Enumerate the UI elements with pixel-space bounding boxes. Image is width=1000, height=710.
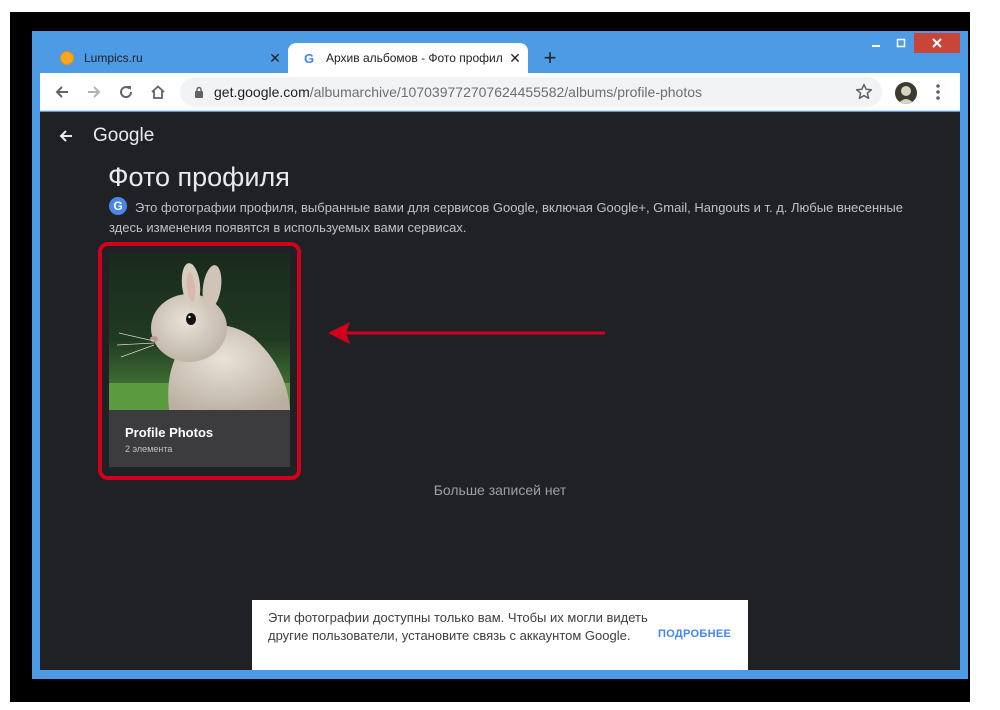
back-button[interactable]: [50, 80, 74, 104]
new-tab-button[interactable]: +: [538, 45, 562, 71]
reload-icon: [120, 86, 133, 99]
tab-title: Архив альбомов - Фото профиля: [326, 51, 502, 65]
page-description: Это фотографии профиля, выбранные вами д…: [109, 200, 903, 235]
snackbar-message: Эти фотографии доступны только вам. Чтоб…: [268, 610, 648, 643]
red-arrow-annotation: [328, 322, 605, 344]
url-host: get.google.com: [214, 84, 310, 100]
maximize-icon: [896, 38, 906, 48]
learn-more-link[interactable]: ПОДРОБНЕЕ: [658, 628, 731, 640]
lock-icon: [195, 86, 203, 98]
tab-lumpics[interactable]: Lumpics.ru ✕: [40, 43, 288, 73]
tab-title: Lumpics.ru: [84, 51, 143, 65]
address-bar[interactable]: get.google.com/albumarchive/107039772707…: [180, 77, 882, 107]
chrome-menu-button[interactable]: [928, 80, 948, 104]
album-card-profile-photos[interactable]: Profile Photos 2 элемента: [109, 253, 290, 467]
tab-album-archive[interactable]: G Архив альбомов - Фото профиля ✕: [288, 43, 528, 73]
album-thumbnail-image: [109, 253, 290, 410]
reload-button[interactable]: [114, 80, 138, 104]
album-archive-page: Google Фото профиля G Это фотографии про…: [40, 112, 960, 670]
avatar-image: [898, 86, 914, 104]
close-icon[interactable]: ✕: [262, 50, 288, 67]
close-icon: [932, 38, 942, 48]
privacy-snackbar: Эти фотографии доступны только вам. Чтоб…: [252, 600, 748, 670]
browser-toolbar: get.google.com/albumarchive/107039772707…: [40, 73, 960, 111]
album-item-count: 2 элемента: [125, 444, 173, 454]
minimize-icon: [872, 45, 880, 47]
bookmark-star-button[interactable]: [852, 80, 876, 104]
google-logo-text[interactable]: Google: [93, 125, 154, 147]
kebab-menu-icon: [936, 84, 940, 100]
url-path: /albumarchive/107039772707624455582/albu…: [309, 84, 703, 100]
minimize-button[interactable]: [864, 33, 888, 53]
google-favicon-icon: G: [303, 50, 315, 66]
lumpics-favicon-icon: [60, 51, 74, 65]
home-icon: [151, 85, 165, 99]
forward-button[interactable]: [82, 80, 106, 104]
page-back-button[interactable]: [56, 126, 76, 146]
album-name: Profile Photos: [125, 425, 214, 440]
home-button[interactable]: [146, 80, 170, 104]
forward-arrow-icon: [88, 86, 101, 98]
page-title: Фото профиля: [108, 162, 290, 192]
window-close-button[interactable]: [914, 33, 960, 53]
profile-avatar[interactable]: [895, 82, 917, 104]
maximize-button[interactable]: [889, 33, 913, 53]
back-arrow-icon: [59, 130, 72, 142]
star-icon: [855, 83, 873, 100]
back-arrow-icon: [55, 86, 68, 98]
close-icon[interactable]: ✕: [502, 50, 528, 67]
no-more-records-message: Больше записей нет: [433, 482, 567, 498]
